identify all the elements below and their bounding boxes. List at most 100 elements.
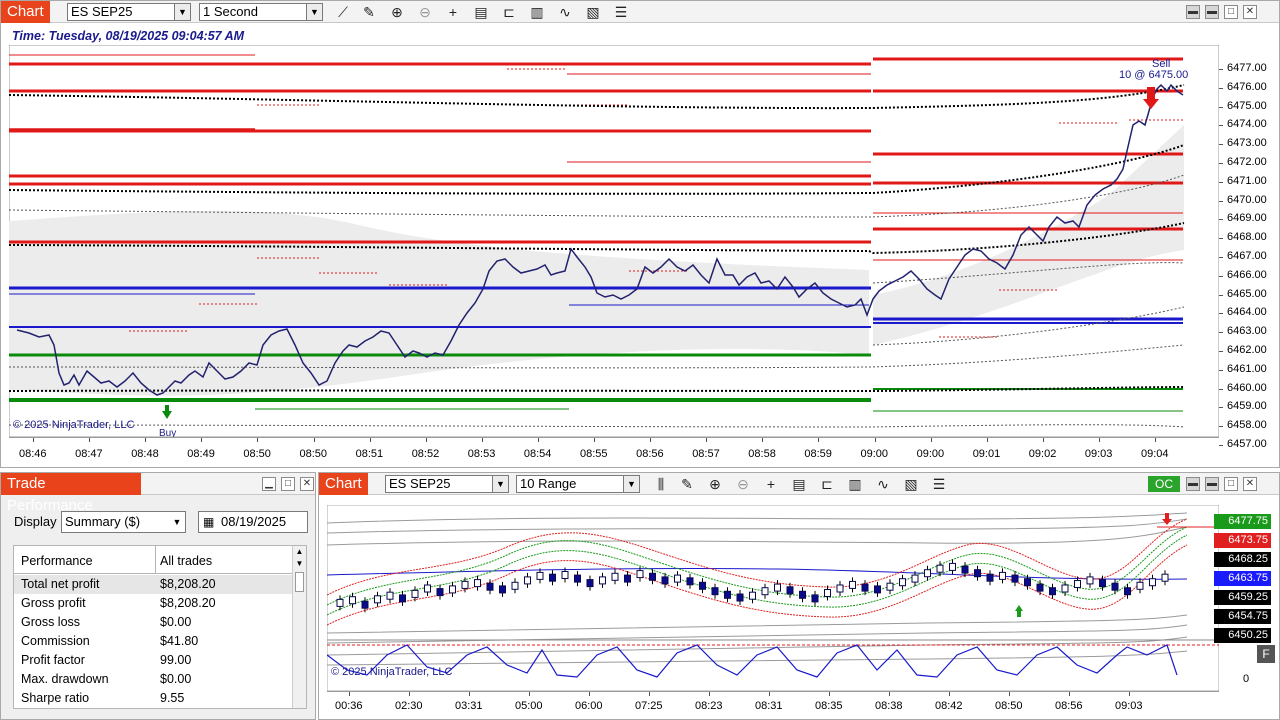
candle-body [699, 581, 706, 590]
chevron-down-icon[interactable]: ▼ [492, 476, 508, 492]
chart-style-icon[interactable]: ⫼ [651, 475, 671, 493]
top-chart-title[interactable]: Chart [1, 1, 50, 23]
instrument-value: ES SEP25 [389, 476, 451, 491]
indicators-icon[interactable]: ∿ [555, 3, 575, 21]
price-label: 6472.00 [1227, 156, 1267, 168]
display-selector[interactable]: Summary ($) ▼ [61, 511, 186, 533]
chart-trader-icon[interactable]: ⊏ [499, 3, 519, 21]
time-label: 09:00 [860, 448, 889, 460]
top-price-chart[interactable]: Sell 10 @ 6475.00 Buy © 2025 NinjaTrader… [9, 45, 1219, 437]
crosshair-icon[interactable]: + [443, 3, 463, 21]
candle-body [336, 598, 344, 607]
window-close-button[interactable]: ✕ [1243, 477, 1257, 491]
data-box-icon[interactable]: ▤ [789, 475, 809, 493]
bars-icon[interactable]: ▥ [845, 475, 865, 493]
table-row[interactable]: Gross loss $0.00 [14, 613, 292, 632]
candle-body [661, 576, 669, 585]
chart-trader-icon[interactable]: ⊏ [817, 475, 837, 493]
time-label: 07:25 [635, 700, 663, 712]
price-label: 6459.00 [1227, 400, 1267, 413]
table-row[interactable]: Gross profit $8,208.20 [14, 594, 292, 613]
window-pin-button[interactable]: ▬ [1186, 477, 1200, 491]
pencil-icon[interactable]: ✎ [677, 475, 697, 493]
time-label: 08:23 [695, 700, 723, 712]
table-row[interactable]: Profit factor 99.00 [14, 651, 292, 670]
window-close-button[interactable]: ✕ [300, 477, 314, 491]
chevron-down-icon[interactable]: ▼ [623, 476, 639, 492]
column-header-all-trades[interactable]: All trades [160, 554, 212, 568]
window-group-button[interactable]: ▬ [1205, 477, 1219, 491]
time-label: 08:50 [995, 700, 1023, 712]
row-label: Max. drawdown [21, 672, 109, 686]
table-scrollbar[interactable]: ▲ ▼ [292, 546, 306, 708]
candle-body [961, 565, 969, 574]
price-tick [1219, 275, 1223, 277]
scroll-up-icon[interactable]: ▲ [293, 546, 306, 558]
window-maximize-button[interactable]: □ [1224, 477, 1238, 491]
instrument-selector[interactable]: ES SEP25 ▼ [67, 3, 191, 21]
price-tick [1219, 257, 1223, 258]
window-close-button[interactable]: ✕ [1243, 5, 1257, 19]
pencil-icon[interactable]: ✎ [359, 3, 379, 21]
candle-body [761, 587, 769, 596]
scroll-down-icon[interactable]: ▼ [293, 558, 306, 570]
bars-icon[interactable]: ▥ [527, 3, 547, 21]
time-tick [1155, 438, 1156, 442]
window-pin-button[interactable]: ▬ [1186, 5, 1200, 19]
chevron-down-icon[interactable]: ▼ [174, 4, 190, 20]
window-maximize-button[interactable]: □ [281, 477, 295, 491]
trade-performance-title[interactable]: Trade Performance [1, 473, 141, 514]
properties-icon[interactable]: ☰ [611, 3, 631, 21]
bottom-price-chart[interactable]: © 2025 NinjaTrader, LLC [327, 505, 1219, 691]
price-label: 6466.00 [1227, 268, 1267, 281]
bottom-time-axis[interactable]: 00:36 02:30 03:31 05:00 06:00 07:25 08:23 08:31… [327, 691, 1219, 719]
time-label: 08:56 [636, 448, 664, 460]
zoom-in-icon[interactable]: ⊕ [705, 475, 725, 493]
window-maximize-button[interactable]: □ [1224, 5, 1238, 19]
time-tick [1069, 692, 1070, 696]
zoom-out-icon[interactable]: ⊖ [733, 475, 753, 493]
top-time-axis[interactable]: 08:46 08:47 08:48 08:49 08:50 08:50 08:51 08:52… [9, 437, 1219, 467]
candle-body [524, 576, 531, 585]
row-value: 9.55 [160, 691, 185, 705]
bottom-chart-title[interactable]: Chart [319, 473, 368, 495]
instrument-selector[interactable]: ES SEP25 ▼ [385, 475, 509, 493]
data-box-icon[interactable]: ▤ [471, 3, 491, 21]
f-button[interactable]: F [1257, 645, 1275, 663]
candle-body [1024, 578, 1031, 587]
table-row[interactable]: Total net profit $8,208.20 [14, 575, 292, 594]
date-picker[interactable]: ▦ 08/19/2025 [198, 511, 308, 533]
properties-icon[interactable]: ☰ [929, 475, 949, 493]
chevron-down-icon[interactable]: ▼ [169, 512, 185, 532]
price-tick [1219, 388, 1223, 390]
top-price-axis[interactable]: 6477.00 6476.00 6475.00 6474.00 6473.00 6472.… [1219, 45, 1279, 450]
zoom-in-icon[interactable]: ⊕ [387, 3, 407, 21]
zoom-out-icon[interactable]: ⊖ [415, 3, 435, 21]
crosshair-icon[interactable]: + [761, 475, 781, 493]
row-value: $0.00 [160, 672, 192, 686]
calendar-icon[interactable]: ▦ [203, 512, 214, 532]
window-minimize-button[interactable]: ▁ [262, 477, 276, 491]
candle-body [611, 572, 619, 581]
row-label: Sharpe ratio [21, 691, 90, 705]
scroll-thumb[interactable] [295, 572, 304, 592]
column-header-performance[interactable]: Performance [21, 554, 93, 568]
candle-body [1049, 587, 1056, 596]
interval-selector[interactable]: 1 Second ▼ [199, 3, 323, 21]
chevron-down-icon[interactable]: ▼ [306, 4, 322, 20]
indicators-icon[interactable]: ∿ [873, 475, 893, 493]
table-row[interactable]: Commission $41.80 [14, 632, 292, 651]
candle-body [374, 595, 381, 604]
strategies-icon[interactable]: ▧ [583, 3, 603, 21]
draw-line-icon[interactable]: ⟋ [333, 3, 353, 21]
table-row[interactable]: Max. drawdown $0.00 [14, 670, 292, 689]
strategies-icon[interactable]: ▧ [901, 475, 921, 493]
table-row[interactable]: Sharpe ratio 9.55 [14, 689, 292, 708]
time-label: 08:56 [1055, 700, 1083, 712]
interval-selector[interactable]: 10 Range ▼ [516, 475, 640, 493]
window-group-button[interactable]: ▬ [1205, 5, 1219, 19]
candle-body [536, 571, 544, 580]
time-label: 08:54 [523, 448, 552, 460]
oc-badge[interactable]: OC [1148, 476, 1180, 492]
price-label: 6460.00 [1227, 381, 1267, 394]
